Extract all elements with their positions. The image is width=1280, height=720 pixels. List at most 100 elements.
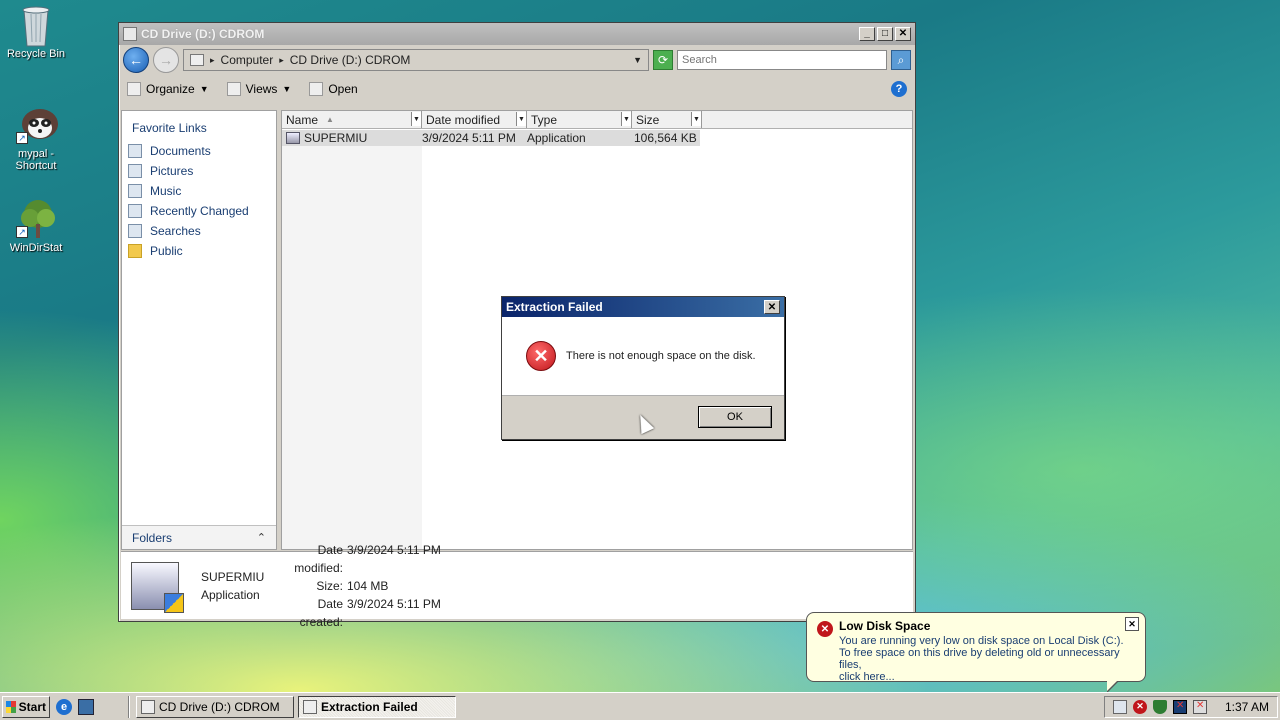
refresh-button[interactable]: ⟳	[653, 50, 673, 70]
clock[interactable]: 1:37 AM	[1225, 700, 1269, 714]
task-label: CD Drive (D:) CDROM	[159, 699, 280, 714]
breadcrumb-cd-drive[interactable]: CD Drive (D:) CDROM	[290, 53, 411, 67]
taskbar-button-explorer[interactable]: CD Drive (D:) CDROM	[136, 695, 294, 718]
folders-toggle[interactable]: Folders ⌃	[122, 525, 276, 549]
organize-button[interactable]: Organize ▼	[127, 82, 209, 96]
nav-item-pictures[interactable]: Pictures	[122, 161, 276, 181]
views-label: Views	[245, 82, 278, 96]
shortcut-arrow-icon: ↗	[16, 226, 28, 238]
details-file-info: SUPERMIU Application	[201, 568, 273, 604]
chevron-down-icon: ▼	[282, 84, 292, 94]
documents-icon	[128, 144, 142, 158]
application-icon	[303, 699, 317, 714]
search-input[interactable]	[677, 50, 887, 70]
shortcut-arrow-icon: ↗	[16, 132, 28, 144]
folder-icon	[128, 244, 142, 258]
column-dropdown-icon[interactable]: ▼	[516, 112, 526, 126]
nav-item-searches[interactable]: Searches	[122, 221, 276, 241]
folders-label: Folders	[132, 530, 173, 545]
column-dropdown-icon[interactable]: ▼	[411, 112, 421, 126]
desktop-icon-mypal[interactable]: ↗ mypal - Shortcut	[0, 104, 72, 172]
file-size: 106,564 KB	[634, 131, 697, 145]
column-label: Name	[286, 112, 319, 127]
dialog-close-button[interactable]: ✕	[764, 300, 780, 314]
column-header-type[interactable]: Type ▼	[527, 111, 632, 128]
file-date: 3/9/2024 5:11 PM	[422, 131, 516, 145]
details-created-label: Date created:	[299, 596, 343, 629]
task-label: Extraction Failed	[321, 699, 418, 714]
desktop-icon-label: Recycle Bin	[6, 48, 66, 60]
views-icon	[226, 82, 241, 96]
nav-item-label: Music	[150, 184, 182, 198]
nav-item-label: Documents	[150, 144, 211, 158]
column-dropdown-icon[interactable]: ▼	[621, 112, 631, 126]
desktop-icon-windirstat[interactable]: ↗ WinDirStat	[0, 198, 72, 254]
window-titlebar[interactable]: CD Drive (D:) CDROM _ □ ✕	[119, 23, 915, 45]
desktop-icon-label: WinDirStat	[9, 242, 63, 254]
details-size-label: Size:	[316, 578, 343, 593]
security-shield-icon[interactable]	[1152, 699, 1167, 714]
dialog-title: Extraction Failed	[506, 300, 603, 314]
breadcrumb-computer[interactable]: Computer	[221, 53, 274, 67]
open-icon	[309, 82, 324, 96]
address-bar[interactable]: ▸ Computer ▸ CD Drive (D:) CDROM ▼	[183, 49, 649, 71]
low-disk-space-notification[interactable]: ✕ ✕ Low Disk Space You are running very …	[806, 612, 1146, 693]
column-header-date-modified[interactable]: Date modified ▼	[422, 111, 527, 128]
file-name-cell: SUPERMIU	[282, 131, 418, 145]
nav-item-music[interactable]: Music	[122, 181, 276, 201]
taskbar-button-extraction-failed[interactable]: Extraction Failed	[298, 695, 456, 718]
system-tray: ✕ 1:37 AM	[1103, 695, 1278, 718]
error-icon: ✕	[817, 621, 833, 637]
nav-item-documents[interactable]: Documents	[122, 141, 276, 161]
column-label: Type	[531, 112, 558, 127]
address-dropdown-icon[interactable]: ▼	[633, 55, 642, 65]
tree-icon: ↗	[16, 198, 56, 238]
show-desktop-icon[interactable]	[78, 698, 94, 715]
minimize-button[interactable]: _	[859, 27, 875, 41]
display-disconnected-icon[interactable]	[1172, 699, 1187, 714]
details-modified-value: 3/9/2024 5:11 PM	[347, 542, 441, 557]
file-row[interactable]: SUPERMIU 3/9/2024 5:11 PM Application 10…	[282, 130, 700, 146]
recently-changed-icon	[128, 204, 142, 218]
low-disk-warning-icon[interactable]: ✕	[1132, 699, 1147, 714]
forward-button[interactable]: →	[153, 47, 179, 73]
maximize-button[interactable]: □	[877, 27, 893, 41]
column-headers: Name ▲ ▼ Date modified ▼ Type ▼ Size ▼	[282, 111, 912, 129]
details-file-kind: Application	[201, 587, 260, 602]
close-button[interactable]: ✕	[895, 27, 911, 41]
notification-link[interactable]: click here...	[839, 671, 1137, 683]
nav-item-recently-changed[interactable]: Recently Changed	[122, 201, 276, 221]
open-button[interactable]: Open	[309, 82, 358, 96]
help-button[interactable]: ?	[891, 81, 907, 97]
raccoon-icon: ↗	[16, 104, 58, 144]
dialog-body: ✕ There is not enough space on the disk.	[502, 317, 784, 395]
dialog-titlebar[interactable]: Extraction Failed ✕	[502, 297, 784, 317]
pictures-icon	[128, 164, 142, 178]
taskbar: Start e CD Drive (D:) CDROM Extraction F…	[0, 692, 1280, 720]
internet-explorer-icon[interactable]: e	[56, 698, 72, 715]
column-dropdown-icon[interactable]: ▼	[691, 112, 701, 126]
network-icon[interactable]	[1112, 699, 1127, 714]
windows-logo-icon	[6, 700, 16, 713]
notification-close-button[interactable]: ✕	[1125, 617, 1139, 631]
cd-drive-icon	[123, 27, 137, 41]
desktop-icon-recycle-bin[interactable]: Recycle Bin	[0, 4, 72, 60]
ok-button[interactable]: OK	[698, 406, 772, 428]
details-size-value: 104 MB	[347, 578, 389, 593]
back-button[interactable]: ←	[123, 47, 149, 73]
nav-item-public[interactable]: Public	[122, 241, 276, 261]
open-label: Open	[328, 82, 358, 96]
column-header-size[interactable]: Size ▼	[632, 111, 702, 128]
volume-muted-icon[interactable]	[1192, 699, 1207, 714]
views-button[interactable]: Views ▼	[226, 82, 292, 96]
search-button[interactable]: ⌕	[891, 50, 911, 70]
breadcrumb-arrow-icon[interactable]: ▸	[279, 55, 284, 66]
nav-item-label: Searches	[150, 224, 201, 238]
application-icon	[286, 132, 300, 144]
dialog-message: There is not enough space on the disk.	[566, 350, 756, 362]
breadcrumb-arrow-icon[interactable]: ▸	[210, 55, 215, 66]
start-button[interactable]: Start	[2, 695, 50, 718]
searches-icon	[128, 224, 142, 238]
address-bar-row: ← → ▸ Computer ▸ CD Drive (D:) CDROM ▼ ⟳…	[119, 45, 915, 75]
column-header-name[interactable]: Name ▲ ▼	[282, 111, 422, 128]
